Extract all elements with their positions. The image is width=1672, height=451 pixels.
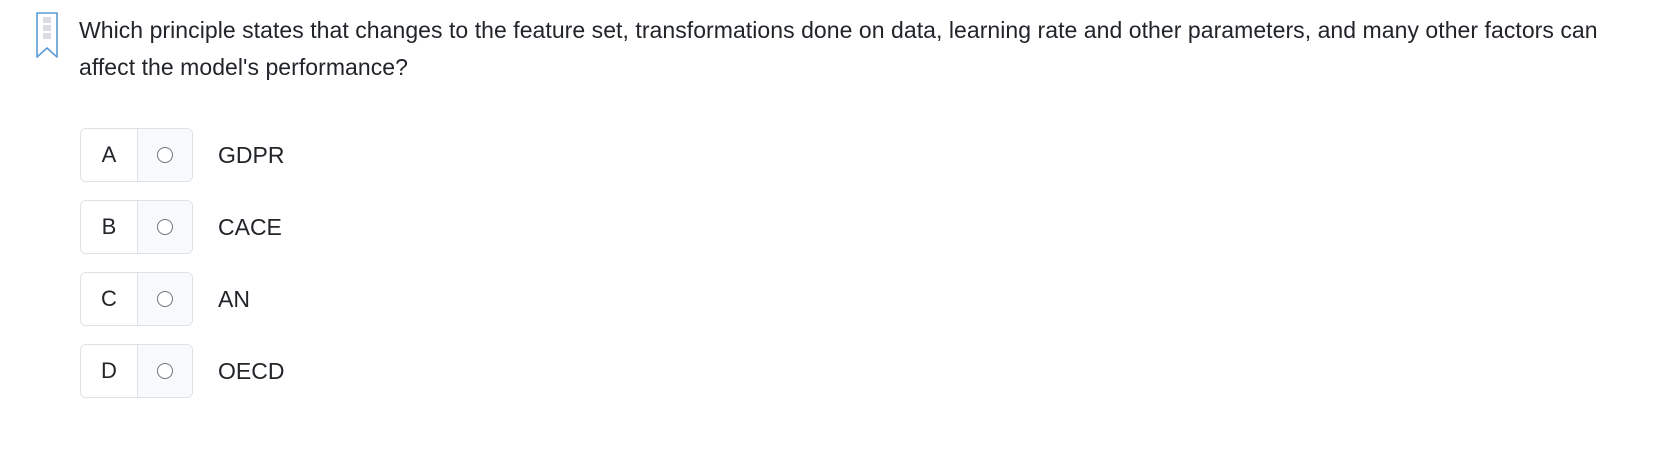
option-label[interactable]: CACE: [218, 214, 282, 241]
radio-unchecked-icon[interactable]: [157, 363, 173, 379]
option-d[interactable]: D OECD: [80, 343, 284, 399]
bookmark-icon[interactable]: [36, 12, 58, 58]
radio-unchecked-icon[interactable]: [157, 147, 173, 163]
option-label[interactable]: OECD: [218, 358, 284, 385]
option-letter: B: [81, 201, 138, 253]
radio-cell[interactable]: [138, 273, 192, 325]
option-label[interactable]: GDPR: [218, 142, 284, 169]
option-selector[interactable]: C: [80, 272, 193, 326]
option-selector[interactable]: B: [80, 200, 193, 254]
option-b[interactable]: B CACE: [80, 199, 284, 255]
option-letter: C: [81, 273, 138, 325]
radio-unchecked-icon[interactable]: [157, 219, 173, 235]
option-letter: D: [81, 345, 138, 397]
option-c[interactable]: C AN: [80, 271, 284, 327]
option-letter: A: [81, 129, 138, 181]
answer-options: A GDPR B CACE C AN D OECD: [80, 127, 284, 415]
option-label[interactable]: AN: [218, 286, 250, 313]
radio-cell[interactable]: [138, 345, 192, 397]
radio-cell[interactable]: [138, 201, 192, 253]
option-selector[interactable]: A: [80, 128, 193, 182]
option-a[interactable]: A GDPR: [80, 127, 284, 183]
question-page: Which principle states that changes to t…: [0, 0, 1672, 451]
radio-unchecked-icon[interactable]: [157, 291, 173, 307]
question-text: Which principle states that changes to t…: [79, 17, 1598, 80]
option-selector[interactable]: D: [80, 344, 193, 398]
radio-cell[interactable]: [138, 129, 192, 181]
